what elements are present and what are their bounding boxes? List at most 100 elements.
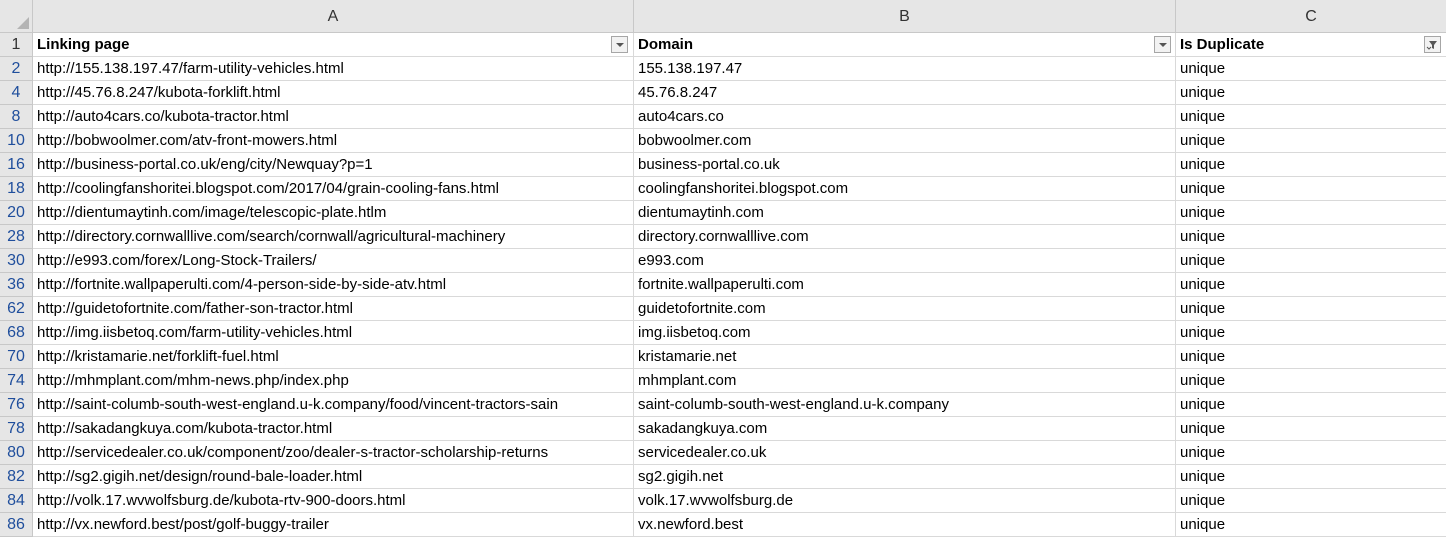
cell-linking-page[interactable]: http://sakadangkuya.com/kubota-tractor.h… [33,417,634,441]
row-header[interactable]: 74 [0,369,33,393]
header-cell-linking-page[interactable]: Linking page [33,33,634,57]
cell-is-duplicate[interactable]: unique [1176,417,1446,441]
cell-linking-page[interactable]: http://dientumaytinh.com/image/telescopi… [33,201,634,225]
cell-is-duplicate[interactable]: unique [1176,129,1446,153]
cell-domain[interactable]: servicedealer.co.uk [634,441,1176,465]
row-header[interactable]: 8 [0,105,33,129]
cell-domain[interactable]: sg2.gigih.net [634,465,1176,489]
cell-is-duplicate[interactable]: unique [1176,153,1446,177]
cell-linking-page[interactable]: http://img.iisbetoq.com/farm-utility-veh… [33,321,634,345]
cell-is-duplicate[interactable]: unique [1176,369,1446,393]
row-header[interactable]: 68 [0,321,33,345]
table-row: 36 http://fortnite.wallpaperulti.com/4-pe… [0,273,1446,297]
column-header-b[interactable]: B [634,0,1176,33]
cell-is-duplicate[interactable]: unique [1176,273,1446,297]
cell-linking-page[interactable]: http://saint-columb-south-west-england.u… [33,393,634,417]
column-header-a[interactable]: A [33,0,634,33]
cell-domain[interactable]: auto4cars.co [634,105,1176,129]
cell-is-duplicate[interactable]: unique [1176,489,1446,513]
cell-domain[interactable]: img.iisbetoq.com [634,321,1176,345]
filter-dropdown-button-linking-page[interactable] [611,36,628,53]
cell-linking-page[interactable]: http://e993.com/forex/Long-Stock-Trailer… [33,249,634,273]
cell-is-duplicate[interactable]: unique [1176,201,1446,225]
dropdown-arrow-icon [1159,43,1167,47]
cell-linking-page[interactable]: http://directory.cornwalllive.com/search… [33,225,634,249]
cell-linking-page[interactable]: http://vx.newford.best/post/golf-buggy-t… [33,513,634,537]
row-header[interactable]: 2 [0,57,33,81]
row-header[interactable]: 86 [0,513,33,537]
row-header[interactable]: 30 [0,249,33,273]
cell-is-duplicate[interactable]: unique [1176,321,1446,345]
cell-linking-page[interactable]: http://business-portal.co.uk/eng/city/Ne… [33,153,634,177]
row-header[interactable]: 10 [0,129,33,153]
cell-domain[interactable]: 45.76.8.247 [634,81,1176,105]
table-row: 74 http://mhmplant.com/mhm-news.php/index… [0,369,1446,393]
cell-is-duplicate[interactable]: unique [1176,57,1446,81]
cell-domain[interactable]: saint-columb-south-west-england.u-k.comp… [634,393,1176,417]
cell-domain[interactable]: mhmplant.com [634,369,1176,393]
cell-linking-page[interactable]: http://volk.17.wvwolfsburg.de/kubota-rtv… [33,489,634,513]
row-header[interactable]: 80 [0,441,33,465]
cell-domain[interactable]: coolingfanshoritei.blogspot.com [634,177,1176,201]
cell-linking-page[interactable]: http://155.138.197.47/farm-utility-vehic… [33,57,634,81]
cell-linking-page[interactable]: http://servicedealer.co.uk/component/zoo… [33,441,634,465]
cell-linking-page[interactable]: http://coolingfanshoritei.blogspot.com/2… [33,177,634,201]
cell-linking-page[interactable]: http://guidetofortnite.com/father-son-tr… [33,297,634,321]
row-header[interactable]: 84 [0,489,33,513]
row-header[interactable]: 82 [0,465,33,489]
table-row: 30 http://e993.com/forex/Long-Stock-Trail… [0,249,1446,273]
cell-is-duplicate[interactable]: unique [1176,105,1446,129]
header-cell-is-duplicate[interactable]: Is Duplicate [1176,33,1446,57]
data-rows: 2 http://155.138.197.47/farm-utility-vehi… [0,57,1446,537]
row-header[interactable]: 16 [0,153,33,177]
spreadsheet-grid: A B C 1 Linking page Domain Is Duplicate [0,0,1446,540]
row-header[interactable]: 18 [0,177,33,201]
column-header-c[interactable]: C [1176,0,1446,33]
cell-domain[interactable]: business-portal.co.uk [634,153,1176,177]
row-header[interactable]: 28 [0,225,33,249]
cell-is-duplicate[interactable]: unique [1176,81,1446,105]
header-cell-domain[interactable]: Domain [634,33,1176,57]
cell-is-duplicate[interactable]: unique [1176,297,1446,321]
row-header[interactable]: 4 [0,81,33,105]
cell-is-duplicate[interactable]: unique [1176,441,1446,465]
row-header[interactable]: 36 [0,273,33,297]
cell-domain[interactable]: 155.138.197.47 [634,57,1176,81]
select-all-corner[interactable] [0,0,33,33]
cell-is-duplicate[interactable]: unique [1176,225,1446,249]
row-header[interactable]: 70 [0,345,33,369]
cell-domain[interactable]: bobwoolmer.com [634,129,1176,153]
cell-domain[interactable]: dientumaytinh.com [634,201,1176,225]
table-row: 18 http://coolingfanshoritei.blogspot.com… [0,177,1446,201]
filter-active-button-is-duplicate[interactable] [1424,36,1441,53]
row-header[interactable]: 76 [0,393,33,417]
cell-linking-page[interactable]: http://bobwoolmer.com/atv-front-mowers.h… [33,129,634,153]
filter-dropdown-button-domain[interactable] [1154,36,1171,53]
cell-linking-page[interactable]: http://fortnite.wallpaperulti.com/4-pers… [33,273,634,297]
row-header[interactable]: 78 [0,417,33,441]
cell-is-duplicate[interactable]: unique [1176,465,1446,489]
cell-domain[interactable]: sakadangkuya.com [634,417,1176,441]
row-header[interactable]: 1 [0,33,33,57]
cell-linking-page[interactable]: http://kristamarie.net/forklift-fuel.htm… [33,345,634,369]
cell-linking-page[interactable]: http://45.76.8.247/kubota-forklift.html [33,81,634,105]
row-header[interactable]: 20 [0,201,33,225]
cell-is-duplicate[interactable]: unique [1176,513,1446,537]
cell-domain[interactable]: volk.17.wvwolfsburg.de [634,489,1176,513]
cell-domain[interactable]: directory.cornwalllive.com [634,225,1176,249]
cell-domain[interactable]: kristamarie.net [634,345,1176,369]
cell-domain[interactable]: e993.com [634,249,1176,273]
cell-is-duplicate[interactable]: unique [1176,393,1446,417]
header-row: 1 Linking page Domain Is Duplicate [0,33,1446,57]
cell-is-duplicate[interactable]: unique [1176,177,1446,201]
cell-is-duplicate[interactable]: unique [1176,249,1446,273]
row-header[interactable]: 62 [0,297,33,321]
cell-domain[interactable]: vx.newford.best [634,513,1176,537]
cell-domain[interactable]: fortnite.wallpaperulti.com [634,273,1176,297]
cell-is-duplicate[interactable]: unique [1176,345,1446,369]
table-row: 62 http://guidetofortnite.com/father-son-… [0,297,1446,321]
cell-linking-page[interactable]: http://mhmplant.com/mhm-news.php/index.p… [33,369,634,393]
cell-linking-page[interactable]: http://auto4cars.co/kubota-tractor.html [33,105,634,129]
cell-domain[interactable]: guidetofortnite.com [634,297,1176,321]
cell-linking-page[interactable]: http://sg2.gigih.net/design/round-bale-l… [33,465,634,489]
